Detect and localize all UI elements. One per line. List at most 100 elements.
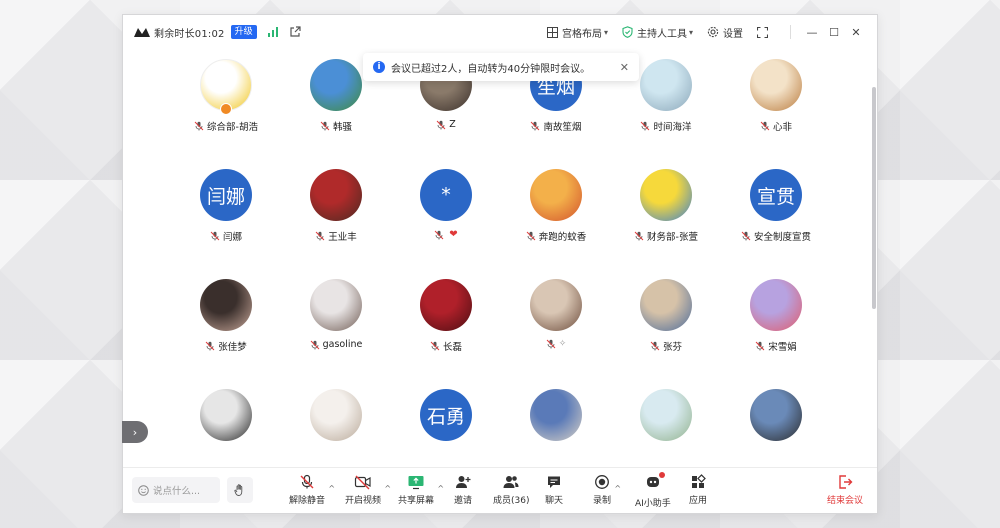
apps-button[interactable]: 应用: [689, 474, 707, 510]
participant-name: 心非: [721, 119, 831, 133]
chevron-up-icon[interactable]: ^: [384, 484, 391, 493]
raise-hand-button[interactable]: [227, 477, 253, 503]
participant-tile[interactable]: [281, 389, 391, 469]
participant-tile[interactable]: 综合部-胡浩: [171, 59, 281, 169]
participant-tile[interactable]: * ❤: [391, 169, 501, 279]
mic-off-icon: [210, 231, 220, 241]
mic-off-icon: [531, 121, 540, 131]
host-badge-icon: [220, 103, 232, 115]
upgrade-button[interactable]: 升级: [230, 25, 257, 39]
participant-name-label: 张佳梦: [218, 342, 247, 353]
avatar: [530, 279, 582, 331]
chevron-up-icon[interactable]: ^: [328, 484, 335, 493]
settings-label: 设置: [723, 28, 743, 40]
participant-tile[interactable]: 财务部-张萱: [611, 169, 721, 279]
participant-tile[interactable]: 闫娜 闫娜: [171, 169, 281, 279]
avatar: [200, 389, 252, 441]
record-button[interactable]: 录制 ^: [593, 474, 621, 510]
chat-input[interactable]: 说点什么...: [132, 477, 220, 503]
chevron-down-icon: ▾: [688, 27, 693, 37]
gear-icon: [707, 26, 719, 38]
mic-off-icon: [755, 341, 765, 351]
participant-tile[interactable]: 宣贯 安全制度宣贯: [721, 169, 831, 279]
participant-tile[interactable]: [171, 389, 281, 469]
notification-toast: i 会议已超过2人，自动转为40分钟限时会议。 ✕: [363, 53, 639, 81]
mic-off-icon: [526, 231, 536, 241]
participant-tile[interactable]: [611, 389, 721, 469]
participant-name: 张芬: [611, 339, 721, 353]
close-icon[interactable]: ✕: [620, 61, 629, 74]
participant-tile[interactable]: 宋雪娟: [721, 279, 831, 389]
participant-name: 财务部-张萱: [611, 229, 721, 243]
members-icon: [503, 476, 519, 488]
participant-tile[interactable]: 张芬: [611, 279, 721, 389]
mic-off-icon: [634, 231, 644, 241]
maximize-icon[interactable]: ☐: [823, 26, 845, 39]
unmute-button[interactable]: 解除静音 ^: [289, 474, 335, 510]
close-icon[interactable]: ✕: [845, 26, 867, 39]
participant-name: 韩骚: [281, 119, 391, 133]
mic-off-icon: [760, 121, 770, 131]
end-meeting-button[interactable]: 结束会议: [827, 474, 863, 506]
participant-name: ❤: [391, 229, 501, 240]
expand-sidebar-button[interactable]: ›: [122, 421, 148, 443]
participant-name-label: 奔跑的蚊香: [538, 232, 587, 243]
participant-tile[interactable]: [501, 389, 611, 469]
start-video-button[interactable]: 开启视频 ^: [345, 474, 391, 510]
participant-tile[interactable]: gasoline: [281, 279, 391, 389]
settings-button[interactable]: 设置: [707, 25, 743, 40]
participant-tile[interactable]: 长磊: [391, 279, 501, 389]
participant-name: gasoline: [281, 339, 391, 350]
end-meeting-label: 结束会议: [826, 496, 863, 506]
chat-icon: [548, 476, 560, 488]
minimize-icon[interactable]: —: [801, 26, 823, 39]
info-icon: i: [373, 61, 385, 73]
members-button[interactable]: 成员(36): [493, 474, 529, 510]
avatar: 闫娜: [200, 169, 252, 221]
participant-name: 综合部-胡浩: [171, 119, 281, 133]
scrollbar[interactable]: [872, 87, 876, 309]
participant-name: ✧: [501, 339, 611, 349]
avatar: [530, 389, 582, 441]
mic-off-icon: [430, 341, 440, 351]
participant-tile[interactable]: 张佳梦: [171, 279, 281, 389]
heart-icon: ❤: [449, 229, 458, 240]
invite-button[interactable]: 邀请: [454, 474, 472, 510]
participant-tile[interactable]: 石勇: [391, 389, 501, 469]
remaining-time: 剩余时长01:02: [154, 28, 225, 40]
meeting-toolbar: 说点什么... 解除静音 ^ 开启视频 ^ 共享屏幕 ^ 邀请 成员(36) 聊…: [123, 467, 877, 513]
participant-tile[interactable]: 心非: [721, 59, 831, 169]
participant-tile[interactable]: 王业丰: [281, 169, 391, 279]
mic-off-icon: [741, 231, 751, 241]
host-tools-button[interactable]: 主持人工具 ▾: [622, 25, 693, 40]
avatar: [310, 59, 362, 111]
participant-name: 长磊: [391, 339, 501, 353]
chevron-right-icon: ›: [132, 425, 138, 439]
signal-icon[interactable]: [267, 26, 279, 38]
fullscreen-button[interactable]: [757, 26, 772, 38]
share-screen-icon: [408, 476, 424, 490]
participant-tile[interactable]: [721, 389, 831, 469]
participant-tile[interactable]: ✧: [501, 279, 611, 389]
participant-name-label: 王业丰: [328, 232, 357, 243]
notification-dot: [658, 472, 665, 478]
chevron-up-icon[interactable]: ^: [437, 484, 444, 493]
chevron-up-icon[interactable]: ^: [614, 484, 621, 493]
video-off-icon: [354, 475, 371, 490]
avatar: [310, 279, 362, 331]
popout-icon[interactable]: [289, 26, 301, 38]
chat-placeholder: 说点什么...: [153, 486, 201, 497]
layout-button[interactable]: 宫格布局 ▾: [546, 25, 608, 40]
participant-name: 安全制度宣贯: [721, 229, 831, 243]
chat-button[interactable]: 聊天: [545, 474, 563, 510]
ai-assistant-button[interactable]: AI小助手: [635, 472, 671, 510]
avatar: *: [420, 169, 472, 221]
title-bar: 剩余时长01:02 升级 宫格布局 ▾ 主持人工具 ▾ 设置 — ☐ ✕: [123, 15, 877, 49]
participant-grid: 综合部-胡浩 韩骚 Z 笙烟 南故笙烟 时间海洋 心非 闫娜 闫娜 王业丰 * ❤ 奔跑的蚊香 财务部-张…: [123, 49, 863, 469]
avatar: [640, 169, 692, 221]
layout-label: 宫格布局: [561, 28, 602, 40]
share-screen-button[interactable]: 共享屏幕 ^: [398, 474, 444, 510]
hand-icon: [233, 484, 242, 496]
participant-tile[interactable]: 奔跑的蚊香: [501, 169, 611, 279]
participant-name: 王业丰: [281, 229, 391, 243]
